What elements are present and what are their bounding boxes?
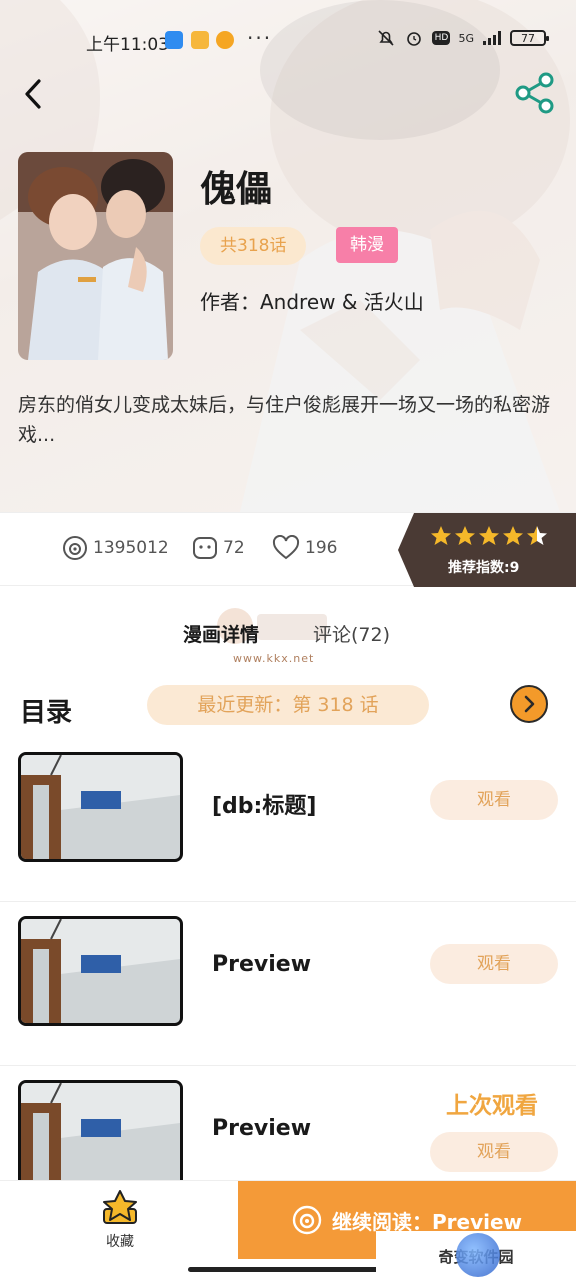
rating-badge: 推荐指数:9 xyxy=(398,513,576,587)
favorite-label: 收藏 xyxy=(106,1234,134,1250)
weibo-icon xyxy=(216,31,234,49)
likes-count: 196 xyxy=(305,538,338,558)
heart-icon xyxy=(272,535,300,560)
author-label: 作者：Andrew & 活火山 xyxy=(200,290,424,314)
status-icons: HD 5G 77 xyxy=(376,28,549,48)
network-label: 5G xyxy=(458,31,474,45)
app-notification-icon xyxy=(165,31,183,49)
mute-bell-icon xyxy=(376,28,396,48)
rating-stars xyxy=(430,525,548,547)
site-logo-icon xyxy=(456,1233,500,1277)
watch-button[interactable]: 观看 xyxy=(430,780,558,820)
rating-star-icon xyxy=(455,526,475,545)
hd-icon: HD xyxy=(432,31,451,45)
watermark-text: www.kkx.net xyxy=(233,652,315,665)
catalog-more-button[interactable] xyxy=(510,685,548,723)
episode-count-badge: 共318话 xyxy=(200,227,307,265)
chapter-thumbnail xyxy=(18,752,183,862)
watch-button[interactable]: 观看 xyxy=(430,944,558,984)
eye-icon xyxy=(63,536,87,560)
battery-icon: 77 xyxy=(510,30,549,46)
chapter-thumbnail xyxy=(18,1080,183,1190)
share-icon xyxy=(515,72,554,114)
more-notifications-icon: ··· xyxy=(247,26,273,50)
chapter-title: Preview xyxy=(212,952,312,977)
tab-comic-details[interactable]: 漫画详情 xyxy=(183,620,259,647)
rating-star-icon xyxy=(431,526,451,545)
share-button[interactable] xyxy=(514,72,556,114)
comic-title: 傀儡 xyxy=(200,169,273,210)
app-notification-icon xyxy=(191,31,209,49)
comic-cover[interactable] xyxy=(18,152,173,360)
rating-star-icon xyxy=(503,526,523,545)
comments-stat: 72 xyxy=(192,535,245,561)
chapter-title: Preview xyxy=(212,1116,312,1141)
likes-stat[interactable]: 196 xyxy=(272,535,337,561)
detail-tabs: www.kkx.net 漫画详情 评论(72) xyxy=(0,600,576,665)
favorite-button[interactable]: 收藏 xyxy=(96,1189,144,1251)
catalog-header: 目录 最近更新：第 318 话 xyxy=(0,678,576,734)
back-button[interactable] xyxy=(16,74,50,114)
views-stat: 1395012 xyxy=(62,535,169,561)
tab-comments[interactable]: 评论(72) xyxy=(313,620,390,647)
watch-button[interactable]: 观看 xyxy=(430,1132,558,1172)
rating-star-icon xyxy=(479,526,499,545)
signal-icon xyxy=(482,28,502,48)
latest-update-pill[interactable]: 最近更新：第 318 话 xyxy=(147,685,429,725)
star-icon xyxy=(103,1190,137,1224)
status-time: 上午11:03 xyxy=(86,35,169,55)
comic-description: 房东的俏女儿变成太妹后，与住户俊彪展开一场又一场的私密游戏... xyxy=(18,394,551,446)
rating-star-icon xyxy=(527,526,547,545)
catalog-title: 目录 xyxy=(20,698,73,728)
chapter-title: [db:标题] xyxy=(212,794,317,819)
read-eye-icon xyxy=(292,1205,322,1235)
chevron-left-icon xyxy=(25,79,41,109)
cover-art xyxy=(18,152,173,360)
comment-icon xyxy=(193,537,217,559)
bottom-action-bar: 收藏 继续阅读：Preview 奇变软件园 xyxy=(0,1180,576,1280)
last-read-marker: 上次观看 xyxy=(446,1093,538,1119)
stats-bar: 1395012 72 196 推荐指数:9 xyxy=(0,512,576,587)
comic-header: 上午11:03 ··· HD 5G 77 傀儡 共318话 韩漫 作者：Andr… xyxy=(0,0,576,512)
views-count: 1395012 xyxy=(93,538,169,558)
alarm-icon xyxy=(404,28,424,48)
status-bar: 上午11:03 ··· HD 5G 77 xyxy=(0,0,576,80)
comments-count: 72 xyxy=(223,538,245,558)
chevron-right-icon xyxy=(524,695,535,713)
chapter-row[interactable]: Preview 观看 xyxy=(0,902,576,1066)
chapter-row[interactable]: [db:标题] 观看 xyxy=(0,738,576,902)
home-indicator[interactable] xyxy=(188,1267,388,1272)
genre-tag[interactable]: 韩漫 xyxy=(336,227,398,263)
chapter-thumbnail xyxy=(18,916,183,1026)
rating-label: 推荐指数:9 xyxy=(448,560,520,576)
